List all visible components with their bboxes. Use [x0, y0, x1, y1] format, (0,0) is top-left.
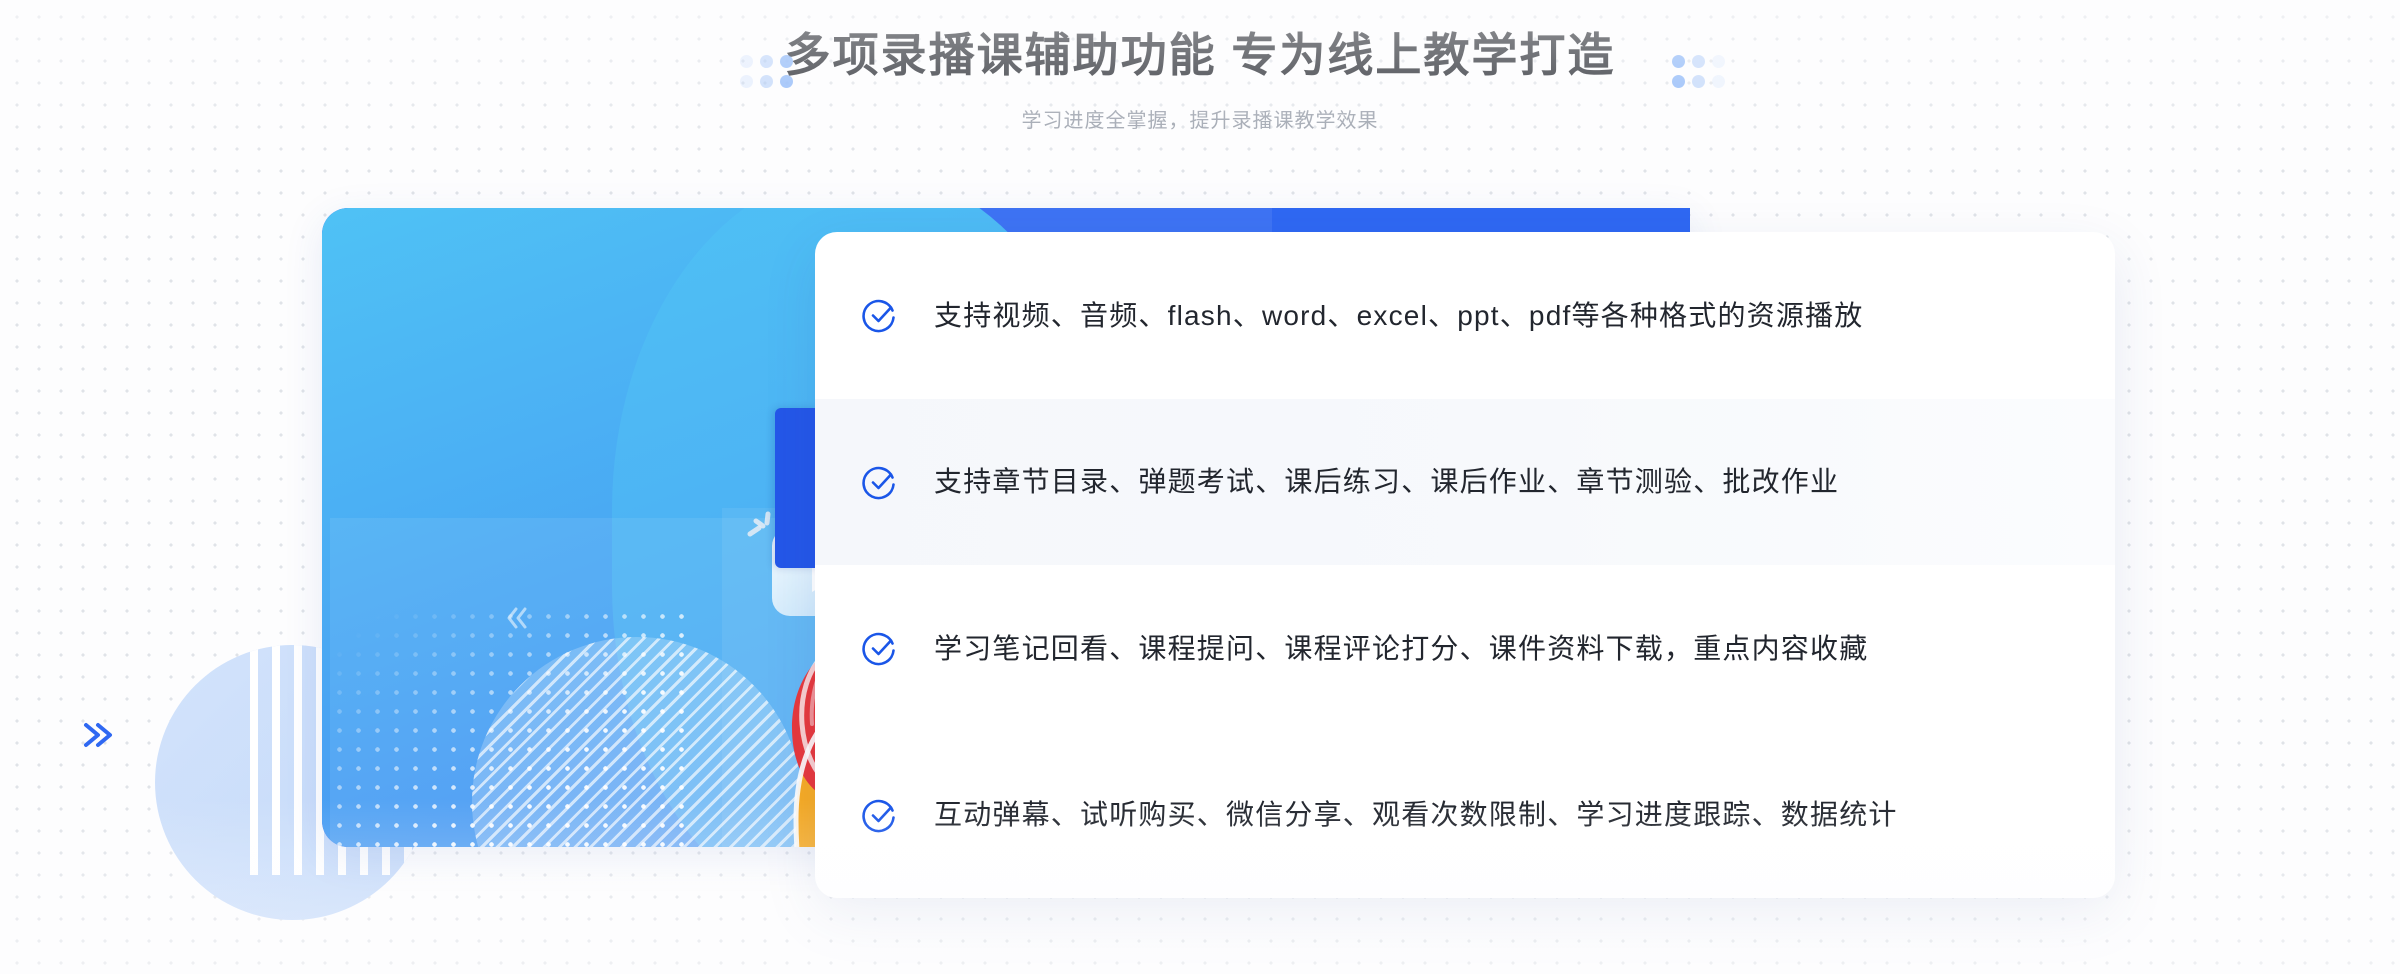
active-row-tab [775, 408, 819, 568]
feature-text: 学习笔记回看、课程提问、课程评论打分、课件资料下载，重点内容收藏 [934, 632, 1869, 664]
page-subtitle: 学习进度全掌握，提升录播课教学效果 [1021, 109, 1379, 132]
feature-list-card: 支持视频、音频、flash、word、excel、ppt、pdf等各种格式的资源… [815, 232, 2115, 898]
feature-row[interactable]: 互动弹幕、试听购买、微信分享、观看次数限制、学习进度跟踪、数据统计 [815, 732, 2115, 899]
dot-cluster-left-icon [740, 55, 793, 88]
page-title: 多项录播课辅助功能 专为线上教学打造 [784, 29, 1616, 81]
circle-check-icon [862, 630, 898, 666]
circle-check-icon [862, 797, 898, 833]
double-chevron-card-icon [500, 601, 534, 635]
circle-check-icon [862, 297, 898, 333]
circle-check-icon [862, 464, 898, 500]
dot-pattern-block [330, 607, 690, 847]
feature-banner: 多项录播课辅助功能 专为线上教学打造 学习进度全掌握，提升录播课教学效果 支持视… [0, 0, 2400, 974]
feature-text: 支持视频、音频、flash、word、excel、ppt、pdf等各种格式的资源… [934, 299, 1864, 331]
double-chevron-left-icon [76, 712, 122, 758]
banner-header: 多项录播课辅助功能 专为线上教学打造 学习进度全掌握，提升录播课教学效果 [0, 0, 2400, 133]
feature-list: 支持视频、音频、flash、word、excel、ppt、pdf等各种格式的资源… [815, 232, 2115, 898]
feature-row[interactable]: 支持章节目录、弹题考试、课后练习、课后作业、章节测验、批改作业 [815, 398, 2115, 565]
feature-row[interactable]: 支持视频、音频、flash、word、excel、ppt、pdf等各种格式的资源… [815, 232, 2115, 399]
feature-text: 支持章节目录、弹题考试、课后练习、课后作业、章节测验、批改作业 [934, 466, 1840, 498]
feature-text: 互动弹幕、试听购买、微信分享、观看次数限制、学习进度跟踪、数据统计 [934, 799, 1898, 831]
feature-row[interactable]: 学习笔记回看、课程提问、课程评论打分、课件资料下载，重点内容收藏 [815, 565, 2115, 732]
dot-cluster-right-icon [1672, 55, 1725, 88]
